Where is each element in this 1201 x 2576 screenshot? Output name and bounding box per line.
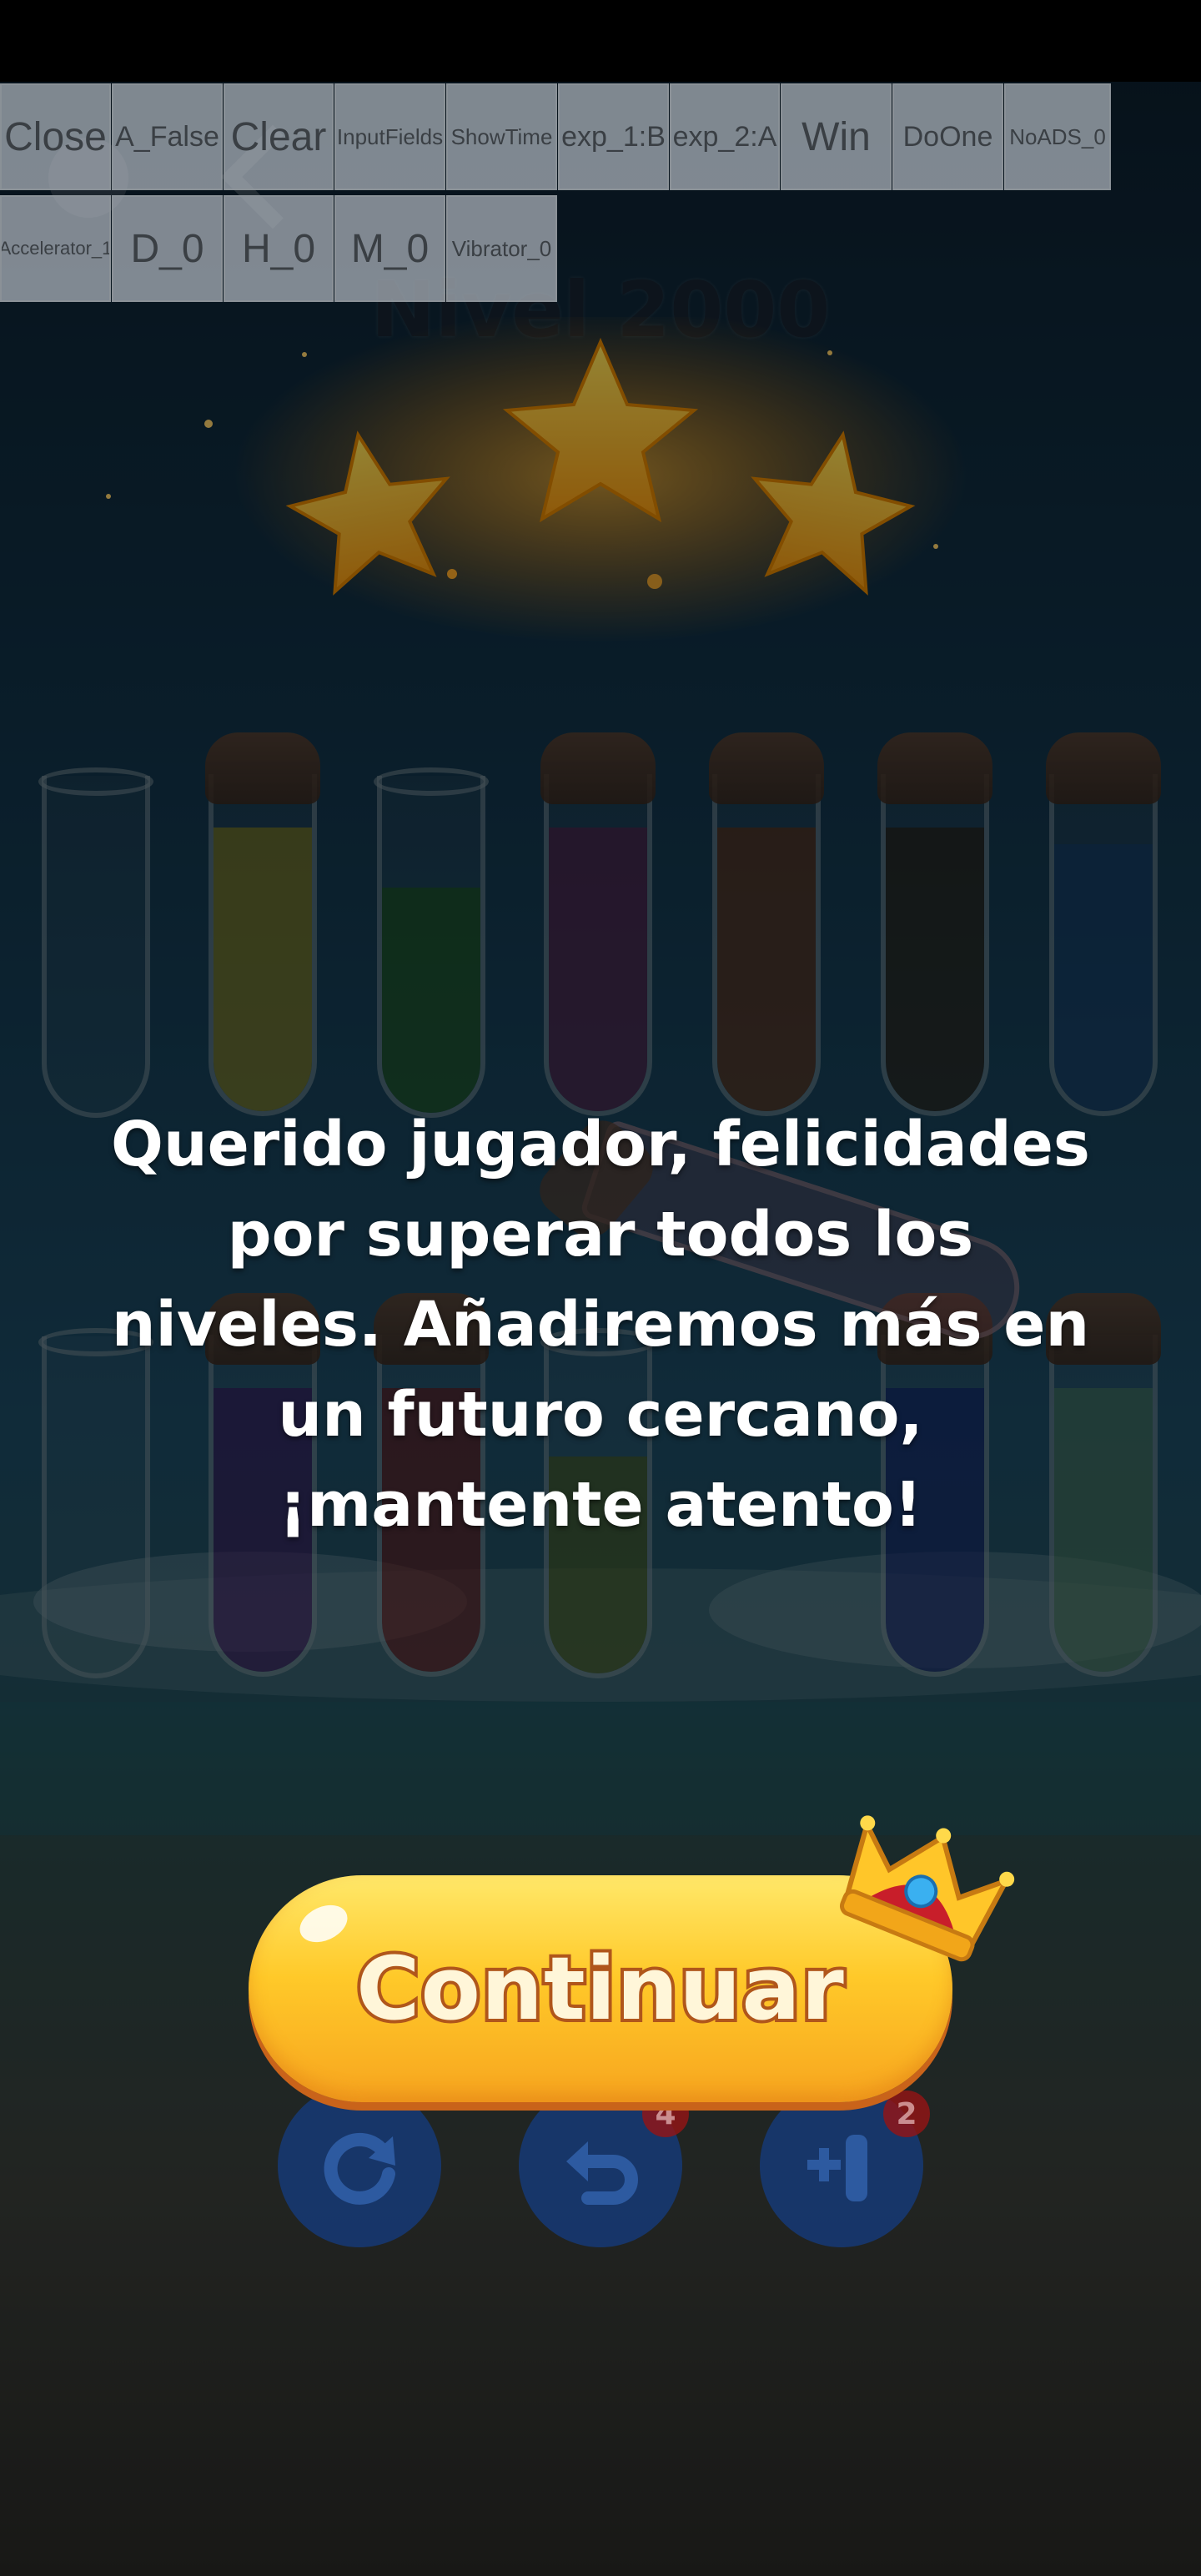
message-line: Querido jugador, felicidades [111, 1109, 1090, 1180]
refresh-icon [324, 2132, 395, 2205]
restart-button[interactable] [278, 2084, 441, 2247]
debug-clear-button[interactable]: Clear [224, 83, 334, 190]
debug-d-button[interactable]: D_0 [112, 195, 223, 302]
message-line: un futuro cercano, [278, 1379, 923, 1451]
message-line: niveles. Añadiremos más en [111, 1289, 1090, 1361]
debug-doone-button[interactable]: DoOne [892, 83, 1003, 190]
debug-h-button[interactable]: H_0 [224, 195, 334, 302]
undo-icon [566, 2141, 638, 2205]
continue-button-label: Continuar [353, 1935, 847, 2043]
message-line: ¡mantente atento! [279, 1469, 922, 1541]
debug-a-false-button[interactable]: A_False [112, 83, 223, 190]
debug-exp2-button[interactable]: exp_2:A [670, 83, 780, 190]
congratulations-message: Querido jugador, felicidades por superar… [83, 1099, 1118, 1550]
add-tube-icon [807, 2135, 867, 2201]
debug-accelerator-button[interactable]: Accelerator_1 [0, 195, 111, 302]
debug-m-button[interactable]: M_0 [334, 195, 445, 302]
add-tube-button[interactable]: 2 [760, 2084, 930, 2247]
button-shine [294, 1898, 354, 1950]
debug-close-button[interactable]: Close [0, 83, 111, 190]
debug-vibrator-button[interactable]: Vibrator_0 [446, 195, 557, 302]
debug-inputfields-button[interactable]: InputFields [334, 83, 445, 190]
message-line: por superar todos los [227, 1199, 974, 1270]
debug-win-button[interactable]: Win [781, 83, 892, 190]
debug-exp1-button[interactable]: exp_1:B [558, 83, 669, 190]
debug-showtime-button[interactable]: ShowTime [446, 83, 557, 190]
undo-button[interactable]: 4 [519, 2084, 689, 2247]
crown-icon [840, 1815, 1015, 1962]
debug-noads-button[interactable]: NoADS_0 [1004, 83, 1111, 190]
add-tube-count-badge: 2 [883, 2090, 930, 2137]
status-bar [0, 0, 1201, 82]
